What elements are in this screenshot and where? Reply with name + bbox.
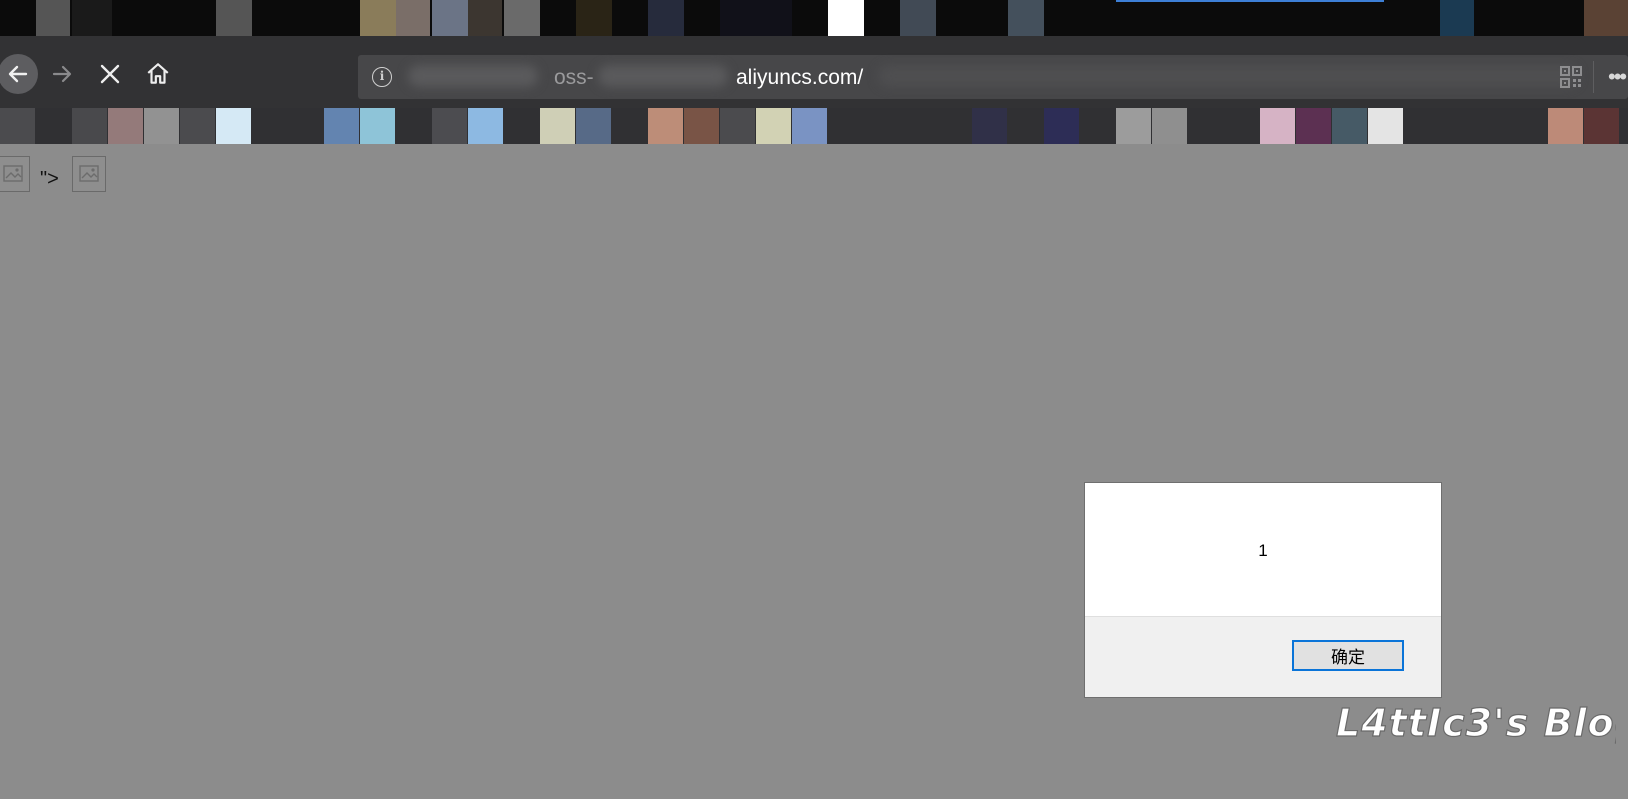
address-bar-separator bbox=[1593, 61, 1594, 93]
tab-pixel-block bbox=[1440, 0, 1474, 36]
navigation-toolbar: i oss- aliyuncs.com/ ••• bbox=[0, 36, 1628, 108]
address-bar[interactable]: i oss- aliyuncs.com/ ••• bbox=[358, 55, 1628, 99]
bookmark-item[interactable] bbox=[1044, 108, 1079, 144]
broken-image-icon bbox=[3, 165, 23, 182]
bookmark-item[interactable] bbox=[540, 108, 575, 144]
home-button[interactable] bbox=[138, 54, 178, 94]
bookmark-item[interactable] bbox=[144, 108, 179, 144]
bookmark-item[interactable] bbox=[72, 108, 107, 144]
url-domain: aliyuncs.com/ bbox=[736, 66, 864, 89]
bookmark-item[interactable] bbox=[1296, 108, 1331, 144]
more-dots-icon[interactable]: ••• bbox=[1608, 66, 1627, 88]
bookmark-item[interactable] bbox=[1368, 108, 1403, 144]
bookmark-item[interactable] bbox=[1152, 108, 1187, 144]
tab-pixel-block bbox=[72, 0, 112, 36]
url-redacted-segment bbox=[598, 65, 728, 87]
tab-pixel-block bbox=[648, 0, 684, 36]
arrow-right-icon bbox=[52, 65, 72, 83]
url-redacted-segment bbox=[408, 65, 538, 87]
alert-dialog: 1 确定 bbox=[1084, 482, 1442, 698]
bookmark-item[interactable] bbox=[1548, 108, 1583, 144]
active-tab-indicator bbox=[1116, 0, 1384, 2]
bookmark-item[interactable] bbox=[468, 108, 503, 144]
tab-pixel-block bbox=[432, 0, 468, 36]
tab-pixel-block bbox=[900, 0, 936, 36]
url-redacted-segment bbox=[878, 65, 1578, 87]
bookmarks-bar[interactable] bbox=[0, 108, 1628, 144]
bookmark-item[interactable] bbox=[324, 108, 359, 144]
tab-pixel-block bbox=[1584, 0, 1628, 36]
broken-image bbox=[72, 156, 106, 192]
bookmark-item[interactable] bbox=[1260, 108, 1295, 144]
back-button[interactable] bbox=[0, 54, 38, 94]
stop-button[interactable] bbox=[90, 54, 130, 94]
tab-pixel-block bbox=[828, 0, 864, 36]
broken-image-icon bbox=[79, 165, 99, 182]
bookmark-item[interactable] bbox=[576, 108, 611, 144]
tab-pixel-block bbox=[504, 0, 540, 36]
arrow-left-icon bbox=[8, 65, 28, 83]
bookmark-item[interactable] bbox=[1116, 108, 1151, 144]
alert-body: 1 bbox=[1085, 483, 1441, 617]
info-circle-icon[interactable]: i bbox=[372, 67, 392, 87]
tab-pixel-block bbox=[36, 0, 70, 36]
injected-text: "> bbox=[40, 168, 59, 190]
watermark-logo: L4ttIc3's Blog bbox=[1335, 700, 1616, 745]
bookmark-item[interactable] bbox=[972, 108, 1007, 144]
close-icon bbox=[100, 64, 120, 84]
alert-message: 1 bbox=[1258, 541, 1268, 560]
bookmark-item[interactable] bbox=[684, 108, 719, 144]
qr-code-icon[interactable] bbox=[1560, 66, 1582, 88]
bookmark-item[interactable] bbox=[756, 108, 791, 144]
broken-image bbox=[0, 156, 30, 192]
ok-button[interactable]: 确定 bbox=[1292, 640, 1404, 671]
bookmark-item[interactable] bbox=[432, 108, 467, 144]
bookmark-item[interactable] bbox=[360, 108, 395, 144]
bookmark-item[interactable] bbox=[108, 108, 143, 144]
tab-pixel-block bbox=[0, 0, 36, 36]
bookmark-item[interactable] bbox=[648, 108, 683, 144]
screen: i oss- aliyuncs.com/ ••• "> 1 确定 L4ttIc3… bbox=[0, 0, 1628, 799]
bookmark-item[interactable] bbox=[720, 108, 755, 144]
bookmark-item[interactable] bbox=[1584, 108, 1619, 144]
tab-pixel-block bbox=[216, 0, 252, 36]
tab-pixel-block bbox=[360, 0, 396, 36]
url-fragment: oss- bbox=[554, 66, 594, 89]
forward-button[interactable] bbox=[42, 54, 82, 94]
bookmark-item[interactable] bbox=[792, 108, 827, 144]
bookmark-item[interactable] bbox=[1332, 108, 1367, 144]
home-icon bbox=[147, 63, 169, 84]
bookmark-item[interactable] bbox=[216, 108, 251, 144]
tab-pixel-block bbox=[576, 0, 612, 36]
svg-text:L4ttIc3's Blog: L4ttIc3's Blog bbox=[1336, 701, 1616, 745]
tab-pixel-block bbox=[720, 0, 792, 36]
tab-strip[interactable] bbox=[0, 0, 1628, 36]
tab-pixel-block bbox=[396, 0, 430, 36]
bookmark-item[interactable] bbox=[180, 108, 215, 144]
tab-pixel-block bbox=[468, 0, 502, 36]
bookmark-item[interactable] bbox=[0, 108, 35, 144]
tab-pixel-block bbox=[1008, 0, 1044, 36]
